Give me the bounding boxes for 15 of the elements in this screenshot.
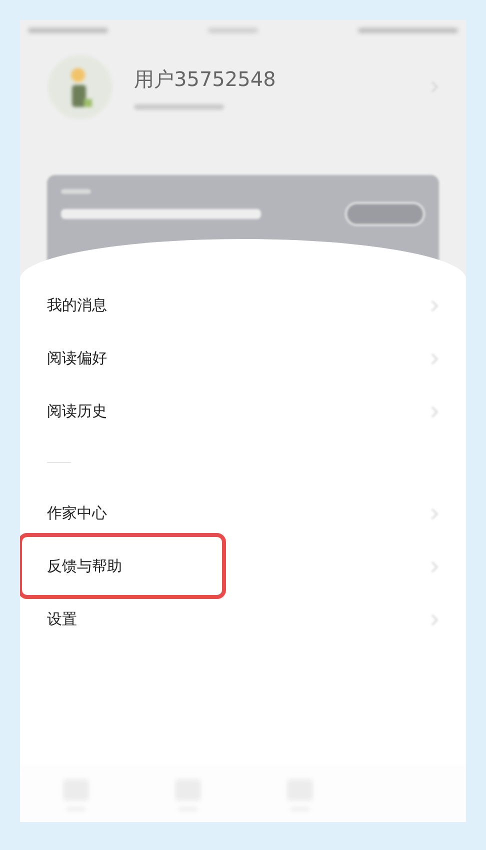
- chevron-icon: [430, 508, 438, 520]
- menu-item[interactable]: 设置: [20, 593, 466, 646]
- chevron-icon: [430, 560, 438, 572]
- chevron-icon: [430, 300, 438, 312]
- avatar: [48, 55, 112, 119]
- status-indicator: [208, 28, 258, 32]
- chevron-icon: [430, 614, 438, 626]
- menu-item[interactable]: 反馈与帮助: [20, 540, 466, 593]
- menu-item[interactable]: 作家中心: [20, 487, 466, 540]
- username: 用户35752548: [134, 66, 277, 93]
- menu-item[interactable]: 阅读偏好: [20, 332, 466, 385]
- menu-item[interactable]: 我的消息: [20, 279, 466, 332]
- chevron-icon: [430, 406, 438, 418]
- menu-item[interactable]: 阅读历史: [20, 385, 466, 438]
- chevron-icon: [430, 352, 438, 364]
